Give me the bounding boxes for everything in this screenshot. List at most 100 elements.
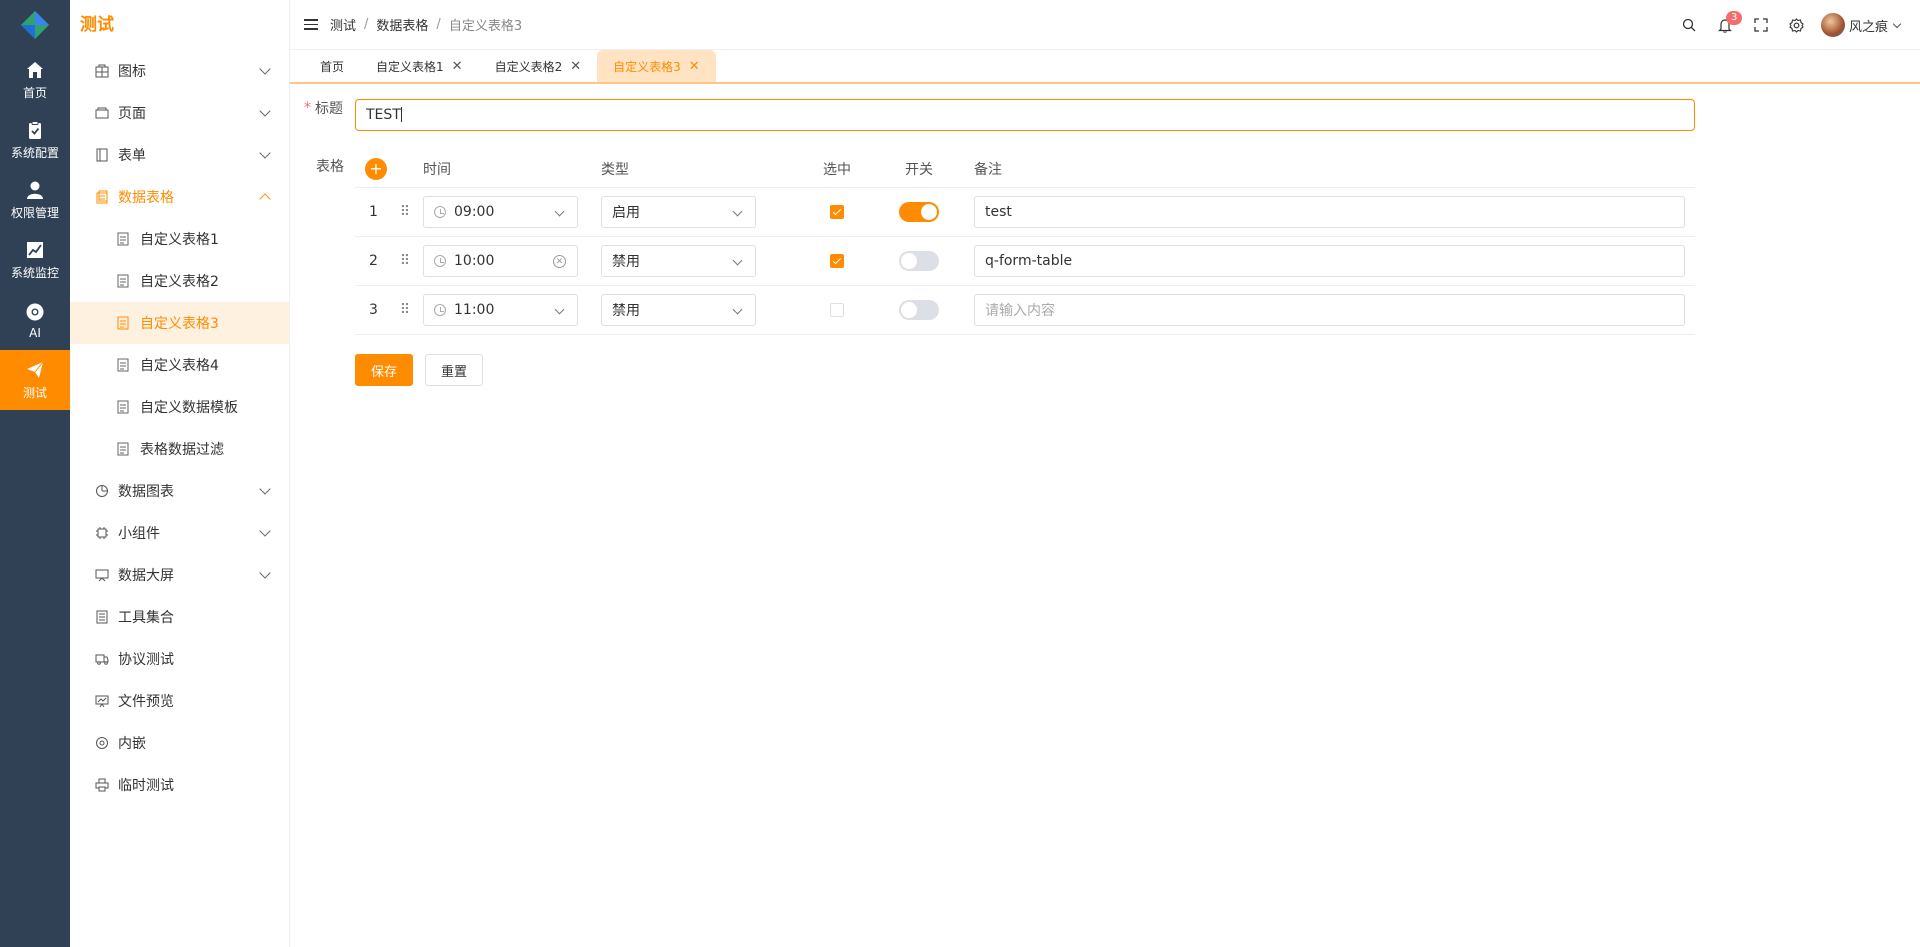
chevron-down-icon — [259, 105, 271, 117]
column-header-time: 时间 — [423, 161, 451, 178]
clear-icon[interactable]: ✕ — [553, 255, 566, 268]
note-input[interactable]: 请输入内容 — [974, 294, 1685, 326]
document-icon — [116, 274, 130, 288]
row-toggle-switch[interactable] — [899, 300, 939, 320]
grid-icon — [94, 63, 110, 79]
avatar — [1820, 13, 1845, 37]
sidebar-item-tools[interactable]: 工具集合 — [70, 596, 289, 638]
sidebar-subitem-label: 表格数据过滤 — [140, 442, 224, 458]
rail-item-home[interactable]: 首页 — [0, 50, 70, 110]
chevron-down-icon — [259, 63, 271, 75]
time-picker[interactable]: 09:00 — [423, 196, 578, 228]
column-header-type: 类型 — [601, 161, 629, 178]
sidebar-item-label: 小组件 — [118, 526, 160, 542]
settings-gear-icon[interactable] — [1779, 7, 1815, 43]
breadcrumb-separator: / — [364, 17, 369, 32]
reset-button[interactable]: 重置 — [425, 354, 484, 386]
selected-checkbox[interactable] — [830, 254, 844, 268]
close-icon[interactable]: ✕ — [570, 59, 581, 74]
breadcrumb-item-current: 自定义表格3 — [448, 19, 523, 34]
tab-custom-table-2[interactable]: 自定义表格2 ✕ — [479, 50, 598, 82]
sidebar-item-data-table[interactable]: 数据表格 — [70, 176, 289, 218]
sidebar-subitem-custom-table-1[interactable]: 自定义表格1 — [70, 218, 289, 260]
sidebar-subitem-custom-table-4[interactable]: 自定义表格4 — [70, 344, 289, 386]
notification-badge: 3 — [1725, 11, 1743, 25]
close-icon[interactable]: ✕ — [689, 59, 700, 74]
type-cell: 禁用 — [601, 294, 796, 326]
sidebar-item-label: 数据表格 — [118, 190, 174, 206]
selected-checkbox[interactable] — [830, 303, 844, 317]
drag-handle-icon[interactable]: ⠿ — [389, 204, 421, 220]
switch-cell — [878, 300, 960, 320]
sidebar-item-label: 页面 — [118, 106, 146, 122]
menu-toggle-icon[interactable] — [304, 16, 318, 33]
sidebar-subitem-custom-table-2[interactable]: 自定义表格2 — [70, 260, 289, 302]
selected-checkbox[interactable] — [830, 205, 844, 219]
note-input[interactable]: test — [974, 196, 1685, 228]
rail-item-test[interactable]: 测试 — [0, 350, 70, 410]
tab-home[interactable]: 首页 — [304, 50, 360, 82]
breadcrumb: 测试 / 数据表格 / 自定义表格3 — [330, 15, 522, 34]
app-logo[interactable] — [0, 0, 70, 50]
sidebar-item-pages[interactable]: 页面 — [70, 92, 289, 134]
sidebar-item-file-preview[interactable]: 文件预览 — [70, 680, 289, 722]
fullscreen-icon[interactable] — [1743, 7, 1779, 43]
chip-icon — [94, 525, 110, 541]
drag-handle-icon[interactable]: ⠿ — [389, 302, 421, 318]
type-select[interactable]: 禁用 — [601, 245, 756, 277]
sidebar-item-temp-test[interactable]: 临时测试 — [70, 764, 289, 806]
sidebar-item-embed[interactable]: 内嵌 — [70, 722, 289, 764]
note-input[interactable]: q-form-table — [974, 245, 1685, 277]
title-form-label: * 标题 — [304, 98, 343, 118]
sidebar-item-icons[interactable]: 图标 — [70, 50, 289, 92]
time-picker[interactable]: 11:00 — [423, 294, 578, 326]
sidebar-item-label: 临时测试 — [118, 778, 174, 794]
title-input[interactable]: TEST — [355, 99, 1695, 131]
chevron-down-icon — [732, 255, 743, 266]
sidebar-item-data-charts[interactable]: 数据图表 — [70, 470, 289, 512]
save-button[interactable]: 保存 — [355, 354, 414, 386]
rail-item-monitor[interactable]: 系统监控 — [0, 230, 70, 290]
monitor-icon — [94, 567, 110, 583]
rail-item-ai[interactable]: AI — [0, 290, 70, 350]
sidebar-subitem-label: 自定义表格2 — [140, 274, 219, 290]
rail-item-permissions[interactable]: 权限管理 — [0, 170, 70, 230]
sidebar-item-data-screen[interactable]: 数据大屏 — [70, 554, 289, 596]
pie-chart-icon — [94, 483, 110, 499]
sidebar-item-protocol-test[interactable]: 协议测试 — [70, 638, 289, 680]
sidebar-item-widgets[interactable]: 小组件 — [70, 512, 289, 554]
type-select[interactable]: 禁用 — [601, 294, 756, 326]
top-header: 测试 / 数据表格 / 自定义表格3 3 风之痕 — [290, 0, 1920, 50]
rail-item-label: AI — [29, 325, 41, 340]
rail-item-label: 测试 — [22, 386, 47, 400]
rail-item-system-config[interactable]: 系统配置 — [0, 110, 70, 170]
breadcrumb-item[interactable]: 测试 — [330, 15, 356, 34]
sidebar-subitem-table-filter[interactable]: 表格数据过滤 — [70, 428, 289, 470]
tab-custom-table-3[interactable]: 自定义表格3 ✕ — [597, 50, 716, 82]
tab-label: 自定义表格1 — [376, 59, 444, 74]
rail-item-label: 首页 — [22, 86, 47, 100]
table-row: 1 ⠿ 09:00 启用 test — [355, 188, 1695, 237]
user-menu[interactable]: 风之痕 — [1820, 13, 1902, 37]
type-value: 禁用 — [612, 254, 640, 270]
sidebar-item-forms[interactable]: 表单 — [70, 134, 289, 176]
drag-handle-icon[interactable]: ⠿ — [389, 253, 421, 269]
time-picker[interactable]: 10:00 ✕ — [423, 245, 578, 277]
note-value: test — [985, 204, 1012, 220]
row-toggle-switch[interactable] — [899, 251, 939, 271]
time-cell: 11:00 — [421, 294, 601, 326]
chevron-down-icon — [259, 483, 271, 495]
row-toggle-switch[interactable] — [899, 202, 939, 222]
search-icon[interactable] — [1671, 7, 1707, 43]
sidebar-title: 测试 — [80, 15, 114, 35]
tab-custom-table-1[interactable]: 自定义表格1 ✕ — [360, 50, 479, 82]
sidebar-item-label: 协议测试 — [118, 652, 174, 668]
close-icon[interactable]: ✕ — [452, 59, 463, 74]
breadcrumb-item[interactable]: 数据表格 — [376, 15, 428, 34]
type-value: 禁用 — [612, 303, 640, 319]
sidebar-subitem-custom-table-3[interactable]: 自定义表格3 — [70, 302, 289, 344]
add-row-button[interactable]: + — [365, 157, 387, 180]
type-select[interactable]: 启用 — [601, 196, 756, 228]
sidebar-subitem-custom-template[interactable]: 自定义数据模板 — [70, 386, 289, 428]
notification-bell-icon[interactable]: 3 — [1707, 7, 1743, 43]
